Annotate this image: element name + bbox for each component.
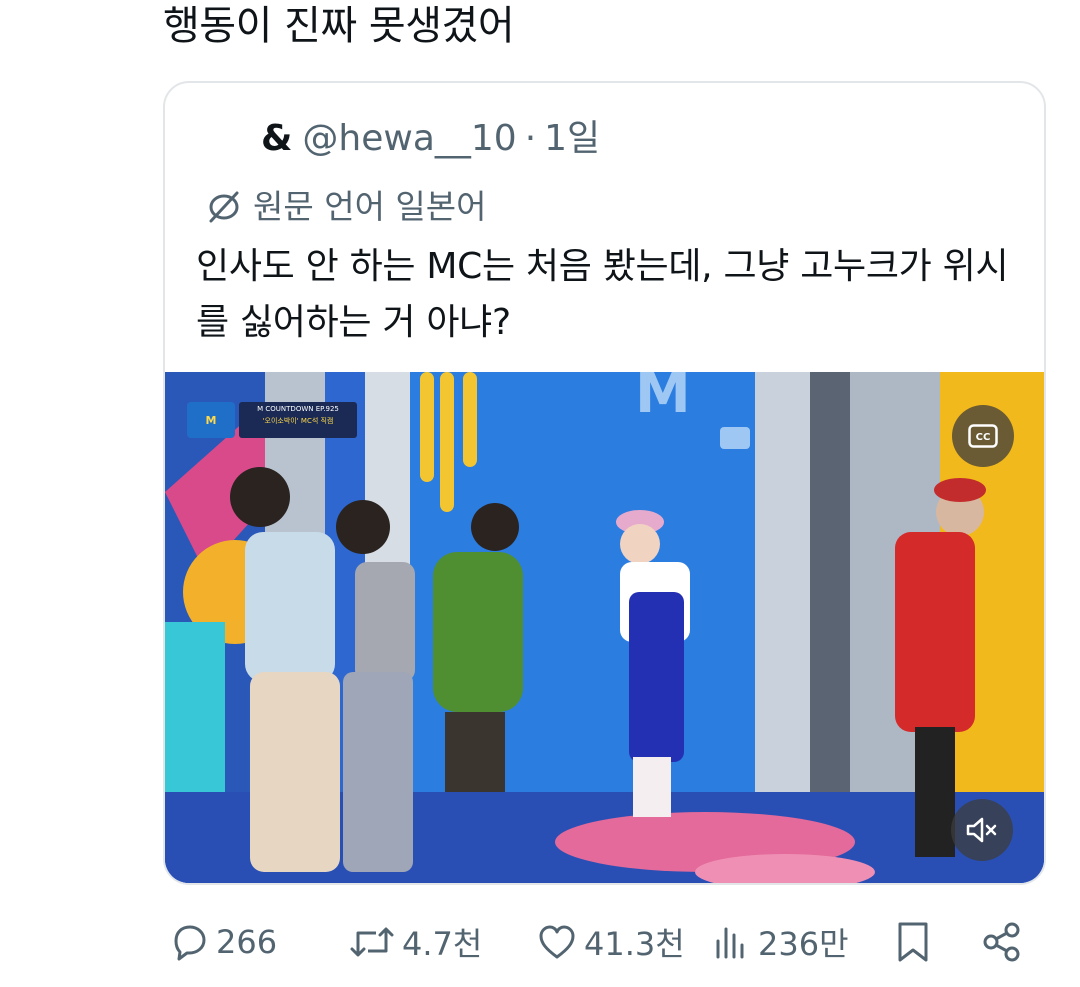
translation-indicator[interactable]: 원문 언어 일본어: [207, 185, 487, 229]
reply-count: 266: [216, 923, 278, 961]
translate-icon: [209, 191, 239, 223]
reply-button[interactable]: 266: [168, 914, 277, 970]
svg-text:M: M: [635, 372, 691, 426]
post-time: 1일: [544, 118, 601, 159]
unmute-button[interactable]: [951, 799, 1013, 861]
repost-button[interactable]: 4.7천: [348, 914, 482, 970]
author-name: &: [261, 118, 293, 159]
video-frame: M: [165, 372, 1044, 883]
share-button[interactable]: [980, 914, 1030, 970]
like-button[interactable]: 41.3천: [536, 914, 685, 970]
reply-icon: [174, 925, 206, 961]
translation-label: 원문 언어 일본어: [253, 187, 487, 226]
share-icon: [983, 922, 1020, 962]
quoted-tweet-card[interactable]: & @hewa__10 · 1일 원문 언어 일본어 인사도 안 하는 MC는 처음 …: [163, 81, 1046, 885]
closed-captions-icon: CC: [968, 424, 998, 448]
badge-episode: M COUNTDOWN EP.925: [257, 405, 339, 413]
author-handle[interactable]: @hewa__10: [302, 118, 516, 159]
bookmark-icon: [898, 922, 928, 962]
like-count: 41.3천: [584, 925, 685, 963]
quote-author-row[interactable]: & @hewa__10 · 1일: [261, 117, 600, 161]
svg-text:CC: CC: [976, 432, 991, 443]
svg-text:M: M: [206, 414, 217, 427]
repost-icon: [350, 927, 394, 957]
quote-video[interactable]: M M M COUNTDOWN EP.925 '오이소박이' MC석 직캠 CC: [165, 372, 1044, 883]
quote-body-text: 인사도 안 하는 MC는 처음 봤는데, 그냥 고누크가 위시를 싫어하는 거 …: [196, 246, 1009, 343]
views-chart-icon: [716, 927, 744, 959]
views-button[interactable]: 236만: [712, 914, 849, 970]
views-count: 236만: [758, 925, 849, 963]
repost-count: 4.7천: [402, 925, 483, 963]
captions-button[interactable]: CC: [952, 405, 1014, 467]
badge-caption: '오이소박이' MC석 직캠: [262, 417, 334, 425]
tweet-action-bar: 266 4.7천 41.3천 236만: [0, 914, 1080, 970]
heart-icon: [539, 925, 575, 959]
tweet-text: 행동이 진짜 못생겼어: [163, 3, 515, 49]
bookmark-button[interactable]: [893, 914, 939, 970]
muted-speaker-icon: [966, 817, 997, 843]
separator-dot: ·: [524, 118, 537, 159]
